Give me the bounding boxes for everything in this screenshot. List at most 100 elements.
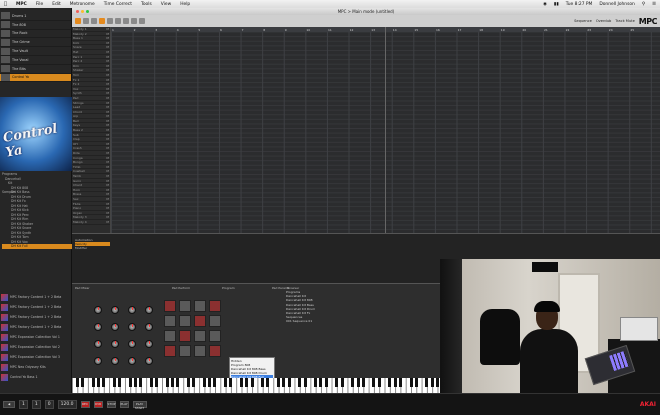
menu-view[interactable]: View: [161, 2, 171, 7]
drum-pad[interactable]: [209, 300, 221, 312]
black-key[interactable]: [96, 378, 100, 387]
black-key[interactable]: [202, 378, 206, 387]
menu-file[interactable]: File: [36, 2, 43, 7]
black-key[interactable]: [165, 378, 169, 387]
browser-item[interactable]: Drums 1: [0, 12, 71, 21]
black-key[interactable]: [213, 378, 217, 387]
select-icon[interactable]: [115, 18, 121, 24]
parameter-knob[interactable]: [94, 357, 102, 365]
black-key[interactable]: [224, 378, 227, 387]
menu-app-name[interactable]: MPC: [16, 2, 27, 7]
track-mute-icon[interactable]: M: [106, 68, 109, 72]
wifi-icon[interactable]: ◉: [543, 2, 547, 7]
expansion-item[interactable]: MPC Expansion Collection Vol 2: [0, 342, 72, 352]
track-mute-icon[interactable]: M: [106, 165, 109, 169]
black-key[interactable]: [335, 378, 339, 387]
drum-pad[interactable]: [194, 330, 206, 342]
parameter-knob[interactable]: [128, 323, 136, 331]
parameter-knob[interactable]: [111, 357, 119, 365]
track-mute-icon[interactable]: M: [106, 110, 109, 114]
drum-pad[interactable]: [194, 315, 206, 327]
black-key[interactable]: [356, 378, 360, 387]
black-key[interactable]: [414, 378, 418, 387]
lane-label-modifier[interactable]: Modifier: [75, 246, 110, 250]
black-key[interactable]: [192, 378, 196, 387]
black-key[interactable]: [303, 378, 307, 387]
track-mute-icon[interactable]: M: [106, 133, 109, 137]
minimize-icon[interactable]: [81, 10, 84, 13]
track-mute-icon[interactable]: M: [106, 32, 109, 36]
drum-pad[interactable]: [179, 315, 191, 327]
browser-item[interactable]: The Vault: [0, 47, 71, 56]
position-beat[interactable]: 1: [31, 400, 41, 409]
black-key[interactable]: [80, 378, 84, 387]
black-key[interactable]: [430, 378, 434, 387]
black-key[interactable]: [393, 378, 397, 387]
tree-file[interactable]: DH Kit Full: [2, 244, 72, 249]
parameter-knob[interactable]: [111, 340, 119, 348]
track-mute-icon[interactable]: M: [106, 91, 109, 95]
drum-pad[interactable]: [209, 345, 221, 357]
track-mute-icon[interactable]: M: [106, 27, 109, 31]
tool-button[interactable]: [91, 18, 97, 24]
black-key[interactable]: [287, 378, 291, 387]
black-key[interactable]: [298, 378, 302, 387]
track-mute-icon[interactable]: M: [106, 36, 109, 40]
sequence-field[interactable]: Sequence: [574, 19, 592, 23]
eraser-icon[interactable]: [107, 18, 113, 24]
track-mute-field[interactable]: Track Mute: [615, 19, 635, 23]
parameter-knob[interactable]: [128, 357, 136, 365]
track-mute-icon[interactable]: M: [106, 123, 109, 127]
pencil-icon[interactable]: [99, 18, 105, 24]
black-key[interactable]: [388, 378, 392, 387]
track-mute-icon[interactable]: M: [106, 114, 109, 118]
track-mute-icon[interactable]: M: [106, 137, 109, 141]
track-mute-icon[interactable]: M: [106, 45, 109, 49]
drum-pad[interactable]: [179, 300, 191, 312]
drum-pad[interactable]: [194, 345, 206, 357]
menu-clock[interactable]: Tue 8:27 PM: [566, 2, 593, 7]
close-icon[interactable]: [76, 10, 79, 13]
black-key[interactable]: [75, 378, 79, 387]
track-mute-icon[interactable]: M: [106, 41, 109, 45]
black-key[interactable]: [155, 378, 159, 387]
playhead[interactable]: [385, 27, 386, 233]
drum-pad[interactable]: [194, 300, 206, 312]
browser-item[interactable]: The Bits: [0, 65, 71, 74]
track-mute-icon[interactable]: M: [106, 197, 109, 201]
track-mute-icon[interactable]: M: [106, 183, 109, 187]
black-key[interactable]: [176, 378, 180, 387]
menu-edit[interactable]: Edit: [52, 2, 61, 7]
track-mute-icon[interactable]: M: [106, 188, 109, 192]
drum-pad[interactable]: [164, 330, 176, 342]
undo-icon[interactable]: [131, 18, 137, 24]
track-mute-icon[interactable]: M: [106, 220, 109, 224]
track-mute-icon[interactable]: M: [106, 142, 109, 146]
black-key[interactable]: [372, 378, 376, 387]
redo-icon[interactable]: [139, 18, 145, 24]
rec-button[interactable]: REC: [80, 401, 90, 408]
black-key[interactable]: [239, 378, 243, 387]
black-key[interactable]: [250, 378, 254, 387]
track-mute-icon[interactable]: M: [106, 156, 109, 160]
black-key[interactable]: [91, 378, 95, 387]
black-key[interactable]: [261, 378, 265, 387]
expansion-item[interactable]: MPC Expansion Collection Vol 1: [0, 332, 72, 342]
track-mute-icon[interactable]: M: [106, 87, 109, 91]
bpm-display[interactable]: 120.0: [57, 400, 77, 409]
drum-pad[interactable]: [179, 330, 191, 342]
track-mute-icon[interactable]: M: [106, 192, 109, 196]
tool-button[interactable]: [83, 18, 89, 24]
drum-pad[interactable]: [164, 345, 176, 357]
track-mute-icon[interactable]: M: [106, 101, 109, 105]
black-key[interactable]: [282, 378, 286, 387]
track-mute-icon[interactable]: M: [106, 96, 109, 100]
parameter-knob[interactable]: [128, 340, 136, 348]
black-key[interactable]: [277, 378, 280, 387]
track-mute-icon[interactable]: M: [106, 128, 109, 132]
expansion-item[interactable]: MPC Factory Content 1 + 2 Beta: [0, 292, 72, 302]
black-key[interactable]: [128, 378, 132, 387]
black-key[interactable]: [171, 378, 174, 387]
track-mute-icon[interactable]: M: [106, 179, 109, 183]
play-button[interactable]: PLAY: [119, 401, 129, 408]
